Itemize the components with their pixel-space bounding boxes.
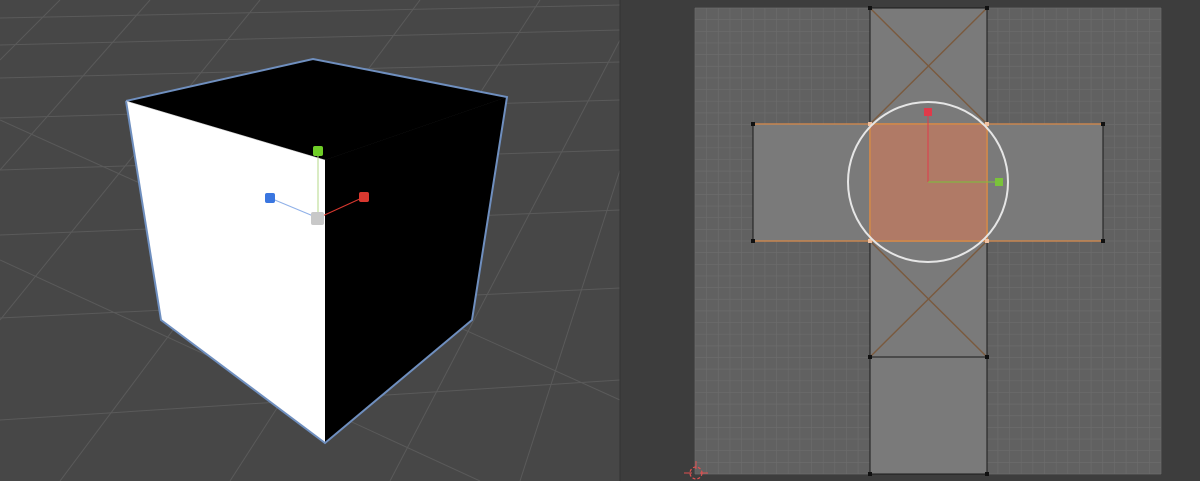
x-axis-handle-icon[interactable] bbox=[359, 192, 369, 202]
uv-face-bottom[interactable] bbox=[869, 356, 988, 475]
uv-face-left[interactable] bbox=[752, 123, 871, 242]
editor-canvas bbox=[0, 0, 1200, 481]
3d-viewport[interactable] bbox=[0, 0, 621, 481]
y-axis-handle-icon[interactable] bbox=[313, 146, 323, 156]
origin-handle-icon[interactable] bbox=[311, 212, 324, 225]
uv-y-handle-icon[interactable] bbox=[924, 108, 932, 116]
uv-editor[interactable] bbox=[621, 0, 1200, 481]
uv-x-handle-icon[interactable] bbox=[995, 178, 1003, 186]
uv-face-right[interactable] bbox=[986, 123, 1104, 242]
z-axis-handle-icon[interactable] bbox=[265, 193, 275, 203]
